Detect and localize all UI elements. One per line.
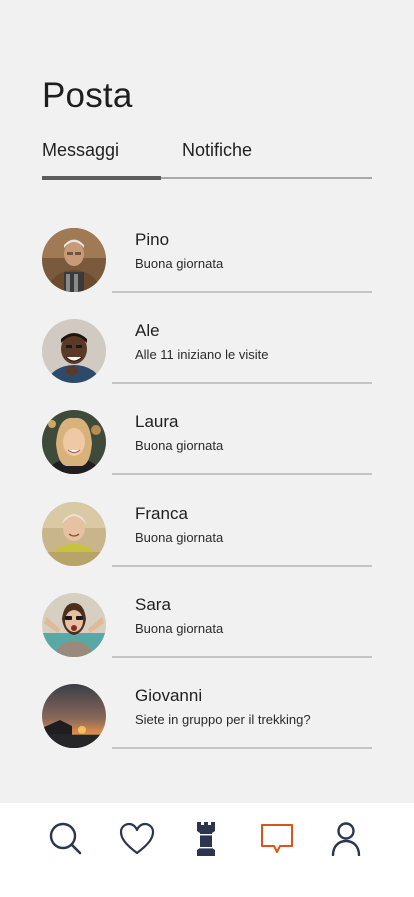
message-item-franca[interactable]: Franca Buona giornata (42, 502, 372, 568)
user-icon (331, 822, 361, 856)
message-item-ale[interactable]: Ale Alle 11 iniziano le visite (42, 319, 372, 385)
message-preview: Buona giornata (135, 256, 224, 271)
tab-messaggi[interactable]: Messaggi (42, 140, 119, 161)
contact-name: Franca (135, 504, 188, 523)
tab-active-indicator (42, 176, 161, 180)
search-icon (49, 822, 82, 855)
tower-icon (197, 822, 215, 856)
message-preview: Siete in gruppo per il trekking? (135, 712, 311, 727)
message-preview: Buona giornata (135, 621, 224, 636)
divider (112, 291, 372, 293)
divider (112, 382, 372, 384)
heart-icon (119, 822, 155, 855)
nav-messages[interactable] (257, 819, 297, 859)
page-title: Posta (42, 76, 133, 115)
nav-search[interactable] (46, 819, 86, 859)
nav-favorites[interactable] (117, 819, 157, 859)
bottom-nav (0, 803, 414, 897)
message-item-giovanni[interactable]: Giovanni Siete in gruppo per il trekking… (42, 684, 372, 750)
message-preview: Alle 11 iniziano le visite (135, 347, 269, 362)
message-item-laura[interactable]: Laura Buona giornata (42, 410, 372, 476)
avatar (42, 228, 106, 292)
mail-screen: Posta Messaggi Notifiche Pino Buona gior… (0, 0, 414, 897)
divider (112, 747, 372, 749)
nav-tower[interactable] (186, 819, 226, 859)
chat-icon (261, 824, 293, 853)
avatar (42, 410, 106, 474)
message-preview: Buona giornata (135, 530, 224, 545)
contact-name: Pino (135, 230, 170, 249)
divider (112, 565, 372, 567)
avatar (42, 593, 106, 657)
avatar (42, 684, 106, 748)
contact-name: Laura (135, 412, 179, 431)
contact-name: Sara (135, 595, 171, 614)
message-preview: Buona giornata (135, 438, 224, 453)
tab-bar: Messaggi Notifiche (42, 140, 372, 182)
divider (112, 656, 372, 658)
avatar (42, 502, 106, 566)
divider (112, 473, 372, 475)
tab-notifiche[interactable]: Notifiche (182, 140, 252, 161)
message-item-pino[interactable]: Pino Buona giornata (42, 228, 372, 294)
message-item-sara[interactable]: Sara Buona giornata (42, 593, 372, 659)
contact-name: Giovanni (135, 686, 203, 705)
nav-profile[interactable] (326, 819, 366, 859)
avatar (42, 319, 106, 383)
contact-name: Ale (135, 321, 160, 340)
